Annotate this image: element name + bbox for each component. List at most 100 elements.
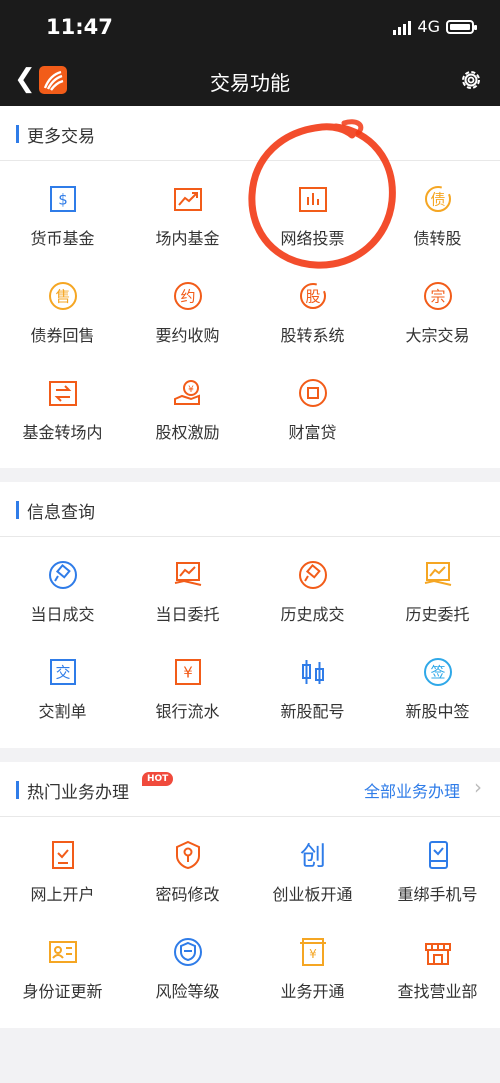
- grid-item-label: 大宗交易: [405, 326, 470, 345]
- svg-text:交: 交: [55, 664, 70, 682]
- grid-item-label: 风险等级: [155, 982, 220, 1001]
- function-grid: $ 货币基金 场内基金 网络投票债债转股售债券回售约要约收购股股转系统宗大宗交易 基金转…: [0, 161, 500, 452]
- grid-item-label: 新股中签: [405, 702, 470, 721]
- grid-item-label: 历史委托: [405, 605, 470, 624]
- grid-item-sign-circle[interactable]: 签新股中签: [375, 634, 500, 731]
- grid-item-key-shield[interactable]: 密码修改: [125, 817, 250, 914]
- grid-item-debt-convert[interactable]: 债债转股: [375, 161, 500, 258]
- id-card-icon: [47, 936, 79, 968]
- offer-circle-icon: 约: [172, 280, 204, 312]
- grid-item-yen-document[interactable]: ¥ 业务开通: [250, 914, 375, 1011]
- section-accent-bar: [16, 125, 19, 143]
- grid-item-label: 债转股: [413, 229, 462, 248]
- svg-text:创: 创: [300, 842, 326, 871]
- open-account-icon: [47, 839, 79, 871]
- trend-chart-icon: [172, 183, 204, 215]
- grid-item-label: 密码修改: [155, 885, 220, 904]
- grid-item-label: 股转系统: [280, 326, 345, 345]
- grid-item-transfer-arrows[interactable]: 基金转场内: [0, 355, 125, 452]
- svg-text:签: 签: [430, 664, 445, 682]
- grid-item-open-account[interactable]: 网上开户: [0, 817, 125, 914]
- grid-item-risk-shield[interactable]: 风险等级: [125, 914, 250, 1011]
- grid-item-label: 货币基金: [30, 229, 95, 248]
- grid-item-label: 创业板开通: [272, 885, 353, 904]
- grid-item-label: 基金转场内: [22, 423, 103, 442]
- status-time: 11:47: [46, 15, 113, 39]
- grid-item-label: 网上开户: [30, 885, 95, 904]
- grid-item-gavel-circle[interactable]: 当日成交: [0, 537, 125, 634]
- svg-text:约: 约: [180, 288, 195, 306]
- chevron-right-icon[interactable]: ›: [474, 775, 482, 799]
- section-title: 更多交易: [27, 127, 95, 147]
- bulk-circle-icon: 宗: [422, 280, 454, 312]
- function-grid: 当日成交 当日委托 历史成交 历史委托交交割单 ¥ 银行流水 新股配号 签新股中签: [0, 537, 500, 731]
- grid-item-label: 查找营业部: [397, 982, 478, 1001]
- function-grid: 网上开户 密码修改创创业板开通 重绑手机号 身份证更新 风险等级 ¥ 业务开通 查找营业部: [0, 817, 500, 1011]
- grid-item-label: 债券回售: [30, 326, 95, 345]
- battery-icon: [446, 19, 477, 34]
- grid-item-yen-square[interactable]: ¥ 银行流水: [125, 634, 250, 731]
- yen-document-icon: ¥: [297, 936, 329, 968]
- hot-badge: HOT: [142, 772, 174, 786]
- section-title: 热门业务办理: [27, 783, 129, 803]
- grid-item-gavel-circle[interactable]: 历史成交: [250, 537, 375, 634]
- section-header: 信息查询: [0, 482, 500, 537]
- section-hot-business: 热门业务办理 HOT 全部业务办理 › 网上开户 密码修改创创业板开通 重绑手机号身…: [0, 762, 500, 1028]
- svg-text:宗: 宗: [430, 288, 445, 306]
- grid-item-label: 网络投票: [280, 229, 345, 248]
- section-more-trading: 更多交易 $ 货币基金 场内基金 网络投票债债转股售债券回售约要约收购股股转系统宗大宗…: [0, 106, 500, 468]
- network-label: 4G: [417, 17, 440, 36]
- grid-item-id-card[interactable]: 身份证更新: [0, 914, 125, 1011]
- grid-item-hand-coin[interactable]: ¥ 股权激励: [125, 355, 250, 452]
- grid-item-label: 身份证更新: [22, 982, 103, 1001]
- grid-item-label: 业务开通: [280, 982, 345, 1001]
- dollar-square-icon: $: [47, 183, 79, 215]
- signal-icon: [393, 19, 412, 35]
- svg-text:股: 股: [305, 288, 320, 306]
- grid-item-coin-loan[interactable]: 财富贷: [250, 355, 375, 452]
- section-accent-bar: [16, 501, 19, 519]
- grid-item-bulk-circle[interactable]: 宗大宗交易: [375, 258, 500, 355]
- grid-item-label: 当日委托: [155, 605, 220, 624]
- grid-item-label: 当日成交: [30, 605, 95, 624]
- grid-item-label: 财富贷: [288, 423, 337, 442]
- grid-item-sell-circle[interactable]: 售债券回售: [0, 258, 125, 355]
- grid-item-label: 银行流水: [155, 702, 220, 721]
- grid-item-offer-circle[interactable]: 约要约收购: [125, 258, 250, 355]
- grid-item-dollar-square[interactable]: $ 货币基金: [0, 161, 125, 258]
- svg-text:售: 售: [55, 288, 70, 306]
- svg-text:¥: ¥: [309, 947, 317, 961]
- all-business-link[interactable]: 全部业务办理: [364, 778, 460, 802]
- grid-item-trend-chart[interactable]: 场内基金: [125, 161, 250, 258]
- gear-icon[interactable]: [458, 67, 484, 93]
- grid-item-chuang-char[interactable]: 创创业板开通: [250, 817, 375, 914]
- grid-item-label: 历史成交: [280, 605, 345, 624]
- status-indicators: 4G: [393, 17, 477, 36]
- section-info-query: 信息查询 当日成交 当日委托 历史成交 历史委托交交割单 ¥ 银行流水 新股配号 签新股中签: [0, 482, 500, 748]
- grid-item-label: 要约收购: [155, 326, 220, 345]
- grid-item-phone[interactable]: 重绑手机号: [375, 817, 500, 914]
- grid-item-hand-chart[interactable]: 历史委托: [375, 537, 500, 634]
- gavel-circle-icon: [47, 559, 79, 591]
- grid-item-candlestick[interactable]: 新股配号: [250, 634, 375, 731]
- grid-item-share-circle[interactable]: 股股转系统: [250, 258, 375, 355]
- grid-item-delivery-square[interactable]: 交交割单: [0, 634, 125, 731]
- section-header: 更多交易: [0, 106, 500, 161]
- sign-circle-icon: 签: [422, 656, 454, 688]
- svg-text:债: 债: [430, 191, 445, 209]
- svg-text:¥: ¥: [183, 664, 193, 682]
- storefront-icon: [422, 936, 454, 968]
- section-accent-bar: [16, 781, 19, 799]
- grid-item-label: 新股配号: [280, 702, 345, 721]
- gavel-circle-icon: [297, 559, 329, 591]
- grid-item-bar-chart[interactable]: 网络投票: [250, 161, 375, 258]
- section-header: 热门业务办理 HOT 全部业务办理 ›: [0, 762, 500, 817]
- grid-item-hand-chart[interactable]: 当日委托: [125, 537, 250, 634]
- svg-text:$: $: [58, 191, 68, 209]
- phone-icon: [422, 839, 454, 871]
- key-shield-icon: [172, 839, 204, 871]
- grid-item-label: 股权激励: [155, 423, 220, 442]
- risk-shield-icon: [172, 936, 204, 968]
- nav-bar: ❮ 交易功能: [0, 54, 500, 106]
- grid-item-storefront[interactable]: 查找营业部: [375, 914, 500, 1011]
